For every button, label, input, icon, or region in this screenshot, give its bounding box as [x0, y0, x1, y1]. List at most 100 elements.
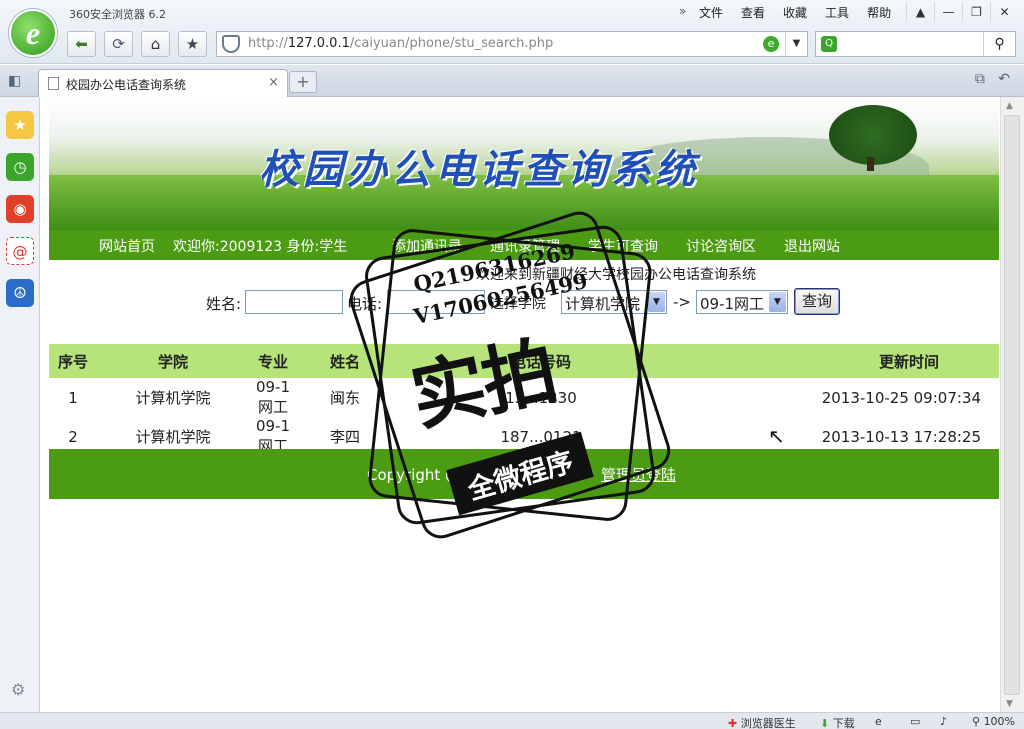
col-name: 姓名 [297, 344, 393, 378]
doctor-label: 浏览器医生 [740, 717, 796, 729]
back-button[interactable]: ⬅ [67, 31, 96, 57]
mail-icon[interactable]: @ [6, 237, 34, 265]
nav-add-contact[interactable]: 添加通讯录 [392, 236, 462, 256]
browser-sidebar: ★ ◷ ◉ @ ☮ ⚙ [0, 97, 40, 712]
class-selected: 09-1网工 [700, 295, 765, 313]
menu-chevron-icon[interactable]: » [679, 4, 699, 21]
browser-logo-icon: e [9, 9, 57, 57]
col-phone: 电话号码 [393, 344, 689, 378]
download-label: 下载 [832, 717, 855, 729]
mouse-cursor-icon: ↖ [768, 424, 785, 448]
menu-help[interactable]: 帮助 [867, 4, 891, 21]
minimize-button[interactable]: — [934, 2, 962, 22]
cell-index: 1 [68, 388, 78, 407]
restore-tab-icon[interactable]: ⧉ [975, 71, 985, 87]
tab-title: 校园办公电话查询系统 [66, 78, 187, 92]
home-icon: ⌂ [150, 35, 161, 53]
url-path: /caiyuan/phone/stu_search.php [349, 36, 554, 51]
col-index: 序号 [49, 344, 97, 378]
nav-home[interactable]: 网站首页 [99, 236, 155, 256]
security-shield-icon [222, 35, 240, 53]
search-icon[interactable]: ⚲ [983, 32, 1015, 56]
college-select[interactable]: 计算机学院 ▼ [561, 290, 667, 314]
address-dropdown-icon[interactable]: ▼ [785, 32, 807, 56]
cell-phone: 13...1230 [505, 388, 577, 407]
window-controls: ▲ — ❐ ✕ [906, 2, 1018, 22]
refresh-icon: ⟳ [112, 35, 125, 53]
cell-updated: 2013-10-25 09:07:34 [821, 388, 981, 407]
tab-active[interactable]: 校园办公电话查询系统 × [38, 69, 288, 97]
app-icon[interactable]: ☮ [6, 279, 34, 307]
banner-title: 校园办公电话查询系统 [259, 146, 699, 193]
cell-college: 计算机学院 [135, 389, 211, 407]
college-label: 选择学院 [490, 296, 546, 312]
cell-major: 09-1网工 [255, 378, 291, 416]
name-label: 姓名: [206, 295, 242, 313]
doctor-icon: ✚ [728, 717, 738, 729]
select-arrow: -> [673, 293, 691, 311]
pin-icon[interactable]: ▲ [906, 2, 934, 22]
browser-titlebar: e 360安全浏览器 6.2 » 文件 查看 收藏 工具 帮助 ▲ — ❐ ✕ … [0, 0, 1024, 64]
settings-gear-icon[interactable]: ⚙ [11, 680, 25, 699]
nav-student-search[interactable]: 学生可查询 [588, 236, 658, 256]
weibo-icon[interactable]: ◉ [6, 195, 34, 223]
history-clock-icon[interactable]: ◷ [6, 153, 34, 181]
table-header-row: 序号 学院 专业 姓名 电话号码 更新时间 [49, 344, 999, 378]
refresh-button[interactable]: ⟳ [104, 31, 133, 57]
search-engine-icon[interactable]: Q [821, 36, 837, 52]
address-bar[interactable]: http://127.0.0.1/caiyuan/phone/stu_searc… [216, 31, 808, 57]
welcome-message: 欢迎来到新疆财经大学校园办公电话查询系统 [476, 267, 756, 283]
back-arrow-icon: ⬅ [75, 35, 88, 53]
site-footer: Copyright @ ...大学 管理员登陆 [49, 449, 999, 499]
scroll-up-icon[interactable]: ▲ [1006, 101, 1013, 111]
scroll-thumb[interactable] [1004, 115, 1020, 695]
cell-name: 闽东 [329, 389, 360, 407]
page-icon [48, 77, 59, 90]
browser-menu: » 文件 查看 收藏 工具 帮助 [679, 4, 909, 21]
logo-letter: e [25, 15, 41, 51]
doctor-item[interactable]: ✚ 浏览器医生 [728, 715, 796, 729]
nav-logout[interactable]: 退出网站 [784, 236, 840, 256]
zoom-item[interactable]: ⚲ 100% [972, 715, 1015, 728]
sidebar-toggle-icon[interactable]: ◧ [8, 73, 21, 89]
new-tab-button[interactable]: + [289, 71, 317, 93]
class-select[interactable]: 09-1网工 ▼ [696, 290, 788, 314]
menu-favorites[interactable]: 收藏 [783, 4, 807, 21]
star-icon: ★ [185, 35, 200, 53]
ie-status-icon[interactable]: e [875, 715, 882, 728]
scroll-down-icon[interactable]: ▼ [1006, 699, 1013, 709]
address-url[interactable]: http://127.0.0.1/caiyuan/phone/stu_searc… [248, 36, 553, 51]
menu-file[interactable]: 文件 [699, 4, 723, 21]
download-icon: ⬇ [820, 717, 830, 729]
nav-contact-manage[interactable]: 通讯录管理 [490, 236, 560, 256]
search-box[interactable]: Q ⚲ [815, 31, 1016, 57]
vertical-scrollbar[interactable]: ▲ ▼ [1000, 97, 1024, 712]
search-form: 姓名: 电话: 选择学院 计算机学院 ▼ -> 09-1网工 ▼ 查询 [49, 287, 999, 317]
phone-input[interactable] [387, 290, 485, 314]
admin-login-link[interactable]: 管理员登陆 [601, 464, 676, 485]
home-button[interactable]: ⌂ [141, 31, 170, 57]
footer-copyright: Copyright @ ...大学 [367, 466, 510, 484]
menu-view[interactable]: 查看 [741, 4, 765, 21]
status-bar: ✚ 浏览器医生 ⬇ 下载 e ▭ ♪ ⚲ 100% [0, 712, 1024, 729]
restore-button[interactable]: ❐ [962, 2, 990, 22]
download-item[interactable]: ⬇ 下载 [820, 715, 855, 729]
close-window-button[interactable]: ✕ [990, 2, 1018, 22]
tab-close-icon[interactable]: × [268, 75, 279, 90]
nav-discussion[interactable]: 讨论咨询区 [686, 236, 756, 256]
favorites-star-icon[interactable]: ★ [6, 111, 34, 139]
undo-close-icon[interactable]: ↶ [998, 71, 1010, 87]
query-button[interactable]: 查询 [794, 288, 840, 315]
volume-icon[interactable]: ♪ [940, 715, 947, 728]
compat-mode-icon[interactable]: e [763, 36, 779, 52]
zoom-label: 100% [983, 715, 1016, 728]
phone-label: 电话: [347, 295, 383, 313]
name-input[interactable] [245, 290, 343, 314]
window-status-icon[interactable]: ▭ [910, 715, 920, 728]
tab-tools: ⧉ ↶ [975, 71, 1010, 87]
favorite-button[interactable]: ★ [178, 31, 207, 57]
site-banner: 校园办公电话查询系统 [49, 97, 999, 230]
nav-user-info: 欢迎你:2009123 身份:学生 [173, 239, 348, 255]
site-nav: 网站首页 欢迎你:2009123 身份:学生 添加通讯录 通讯录管理 学生可查询… [49, 230, 999, 260]
menu-tools[interactable]: 工具 [825, 4, 849, 21]
